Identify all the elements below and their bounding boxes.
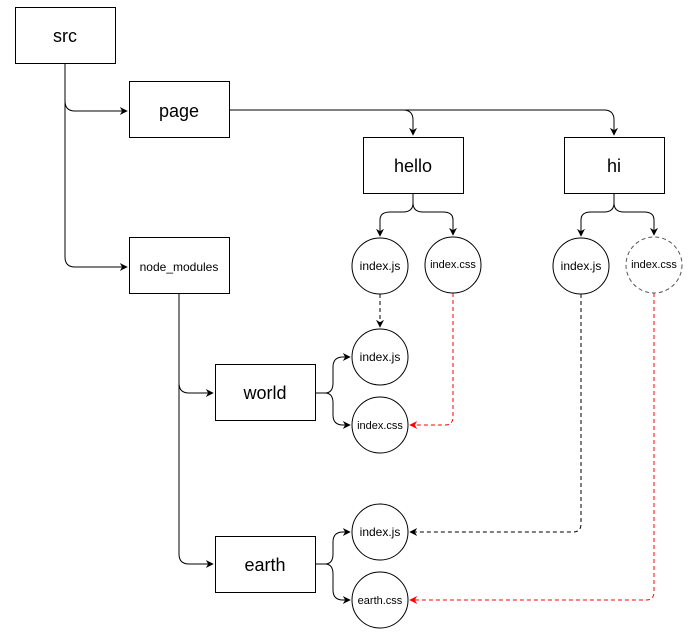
file-world-index-js[interactable]: index.js — [351, 328, 409, 386]
dependency-diagram: src page hello hi node_modules world ear… — [15, 7, 683, 629]
file-hello-index-css[interactable]: index.css — [424, 236, 482, 294]
edge-page-hi — [403, 109, 618, 136]
edge-hello-index-css — [412, 202, 457, 236]
file-earth-index-js[interactable]: index.js — [351, 503, 409, 561]
folder-earth-label: earth — [244, 555, 285, 575]
folder-src-label: src — [53, 26, 77, 46]
dep-hi-js-to-earth-js — [409, 294, 582, 536]
folder-hello-label: hello — [394, 156, 432, 176]
file-world-index-js-label: index.js — [360, 350, 401, 364]
edge-src-page — [64, 63, 128, 115]
file-hi-index-js[interactable]: index.js — [552, 237, 610, 295]
folder-hello[interactable]: hello — [363, 137, 464, 194]
folder-world-label: world — [242, 383, 286, 403]
edge-node-modules-earth — [178, 383, 214, 568]
edge-hello-index-js — [376, 193, 414, 237]
edge-page-hello — [229, 109, 417, 136]
folder-hi[interactable]: hi — [564, 137, 665, 194]
folder-src[interactable]: src — [15, 7, 116, 64]
file-earth-index-js-label: index.js — [360, 525, 401, 539]
file-world-index-css-label: index.css — [357, 420, 403, 432]
edge-hi-index-js — [577, 193, 615, 237]
file-hi-index-css-label: index.css — [631, 259, 677, 271]
edge-earth-earth-css — [324, 563, 351, 604]
edge-world-index-js — [315, 353, 351, 394]
dep-hello-css-to-world-css — [409, 293, 454, 429]
folder-node-modules-label: node_modules — [140, 260, 219, 274]
edge-hi-index-css — [613, 202, 658, 236]
edge-src-node-modules — [64, 101, 128, 271]
edge-node-modules-world — [178, 293, 214, 397]
folder-node-modules[interactable]: node_modules — [129, 237, 230, 294]
folder-world[interactable]: world — [215, 364, 316, 421]
file-hi-index-js-label: index.js — [561, 259, 602, 273]
file-hi-index-css-missing[interactable]: index.css — [625, 236, 683, 294]
folder-earth[interactable]: earth — [215, 536, 316, 593]
folder-page-label: page — [159, 101, 199, 121]
file-hello-index-js[interactable]: index.js — [351, 237, 409, 295]
file-earth-earth-css-label: earth.css — [358, 595, 403, 607]
file-earth-earth-css[interactable]: earth.css — [351, 571, 409, 629]
file-world-index-css[interactable]: index.css — [351, 396, 409, 454]
edge-world-index-css — [324, 392, 351, 429]
file-hello-index-css-label: index.css — [430, 259, 476, 271]
edge-earth-index-js — [315, 528, 351, 565]
dep-hi-css-to-earth-css — [409, 293, 655, 604]
folder-page[interactable]: page — [129, 81, 230, 138]
folder-hi-label: hi — [607, 156, 621, 176]
file-hello-index-js-label: index.js — [360, 259, 401, 273]
